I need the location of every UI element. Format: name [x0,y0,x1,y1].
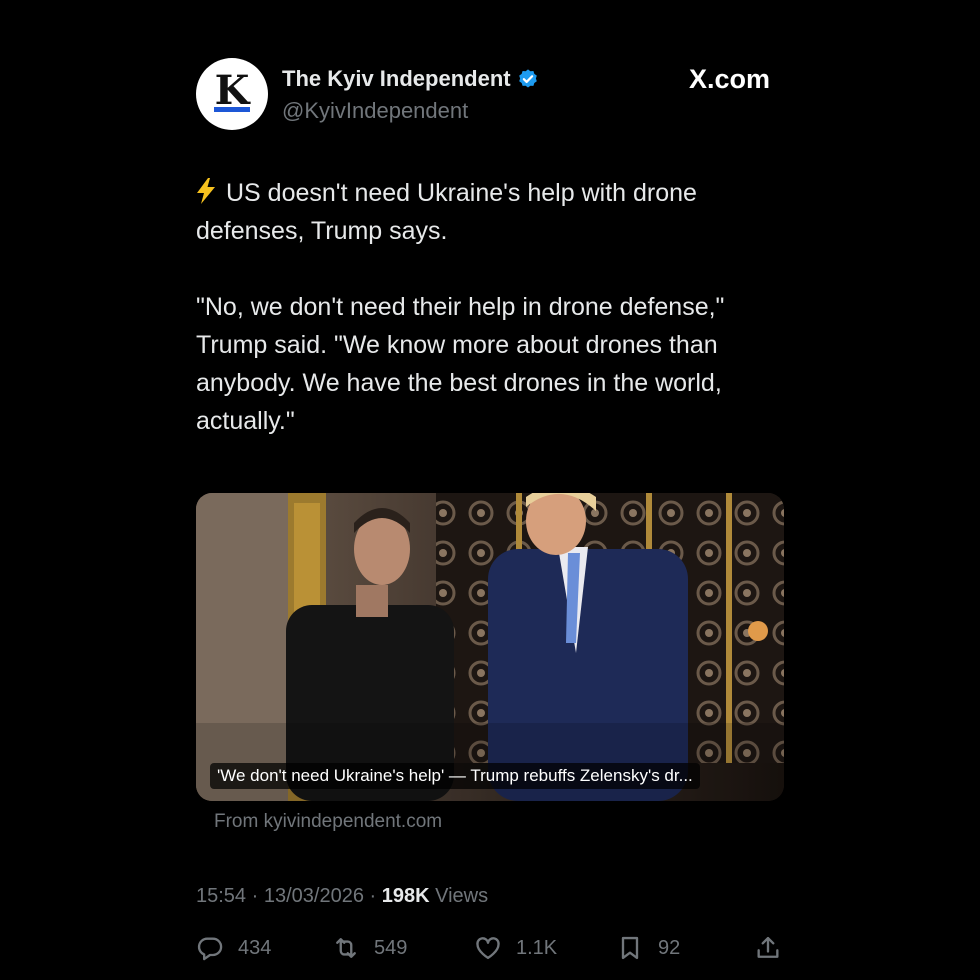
site-label: X.com [688,64,770,94]
reply-button[interactable]: 434 [196,934,271,962]
lightning-icon [197,178,215,204]
share-icon [757,936,779,958]
reply-icon [197,937,223,961]
tweet-body: US doesn't need Ukraine's help with dron… [196,174,784,440]
bookmark-icon [621,936,639,960]
tweet-header: K The Kyiv Independent @KyivIndependent … [196,56,784,132]
tweet-time[interactable]: 15:54 [196,885,246,907]
author-names: The Kyiv Independent @KyivIndependent [282,66,539,124]
repost-icon [336,938,356,958]
bookmark-button[interactable]: 92 [616,934,680,962]
meta-separator: · [369,885,382,907]
reply-count: 434 [238,936,272,959]
heart-icon [476,937,500,960]
link-card[interactable]: 'We don't need Ukraine's help' — Trump r… [196,493,784,801]
card-title: 'We don't need Ukraine's help' — Trump r… [210,763,700,789]
action-bar: 434 549 1.1K 92 [196,934,784,968]
tweet-quote: "No, we don't need their help in drone d… [196,293,725,435]
tweet-headline: US doesn't need Ukraine's help with dron… [196,179,697,245]
avatar[interactable]: K [196,58,268,130]
tweet: K The Kyiv Independent @KyivIndependent … [196,56,784,968]
tweet-meta: 15:54 · 13/03/2026 · 198K Views [196,885,784,908]
handle[interactable]: @KyivIndependent [282,98,539,124]
like-count: 1.1K [516,936,558,959]
share-button[interactable] [754,934,782,962]
display-name[interactable]: The Kyiv Independent [282,66,511,92]
like-button[interactable]: 1.1K [474,934,557,962]
tweet-date[interactable]: 13/03/2026 [264,885,364,907]
views-label: Views [435,885,489,907]
repost-count: 549 [374,936,408,959]
views-count: 198K [381,885,430,907]
avatar-logo-bar [214,107,250,112]
tweet-paragraph: US doesn't need Ukraine's help with dron… [196,174,784,250]
meta-separator: · [251,885,264,907]
card-source[interactable]: From kyivindependent.com [214,811,784,833]
repost-button[interactable]: 549 [332,934,407,962]
bookmark-count: 92 [658,936,681,959]
verified-badge-icon [518,69,537,88]
card-photo [196,493,784,801]
